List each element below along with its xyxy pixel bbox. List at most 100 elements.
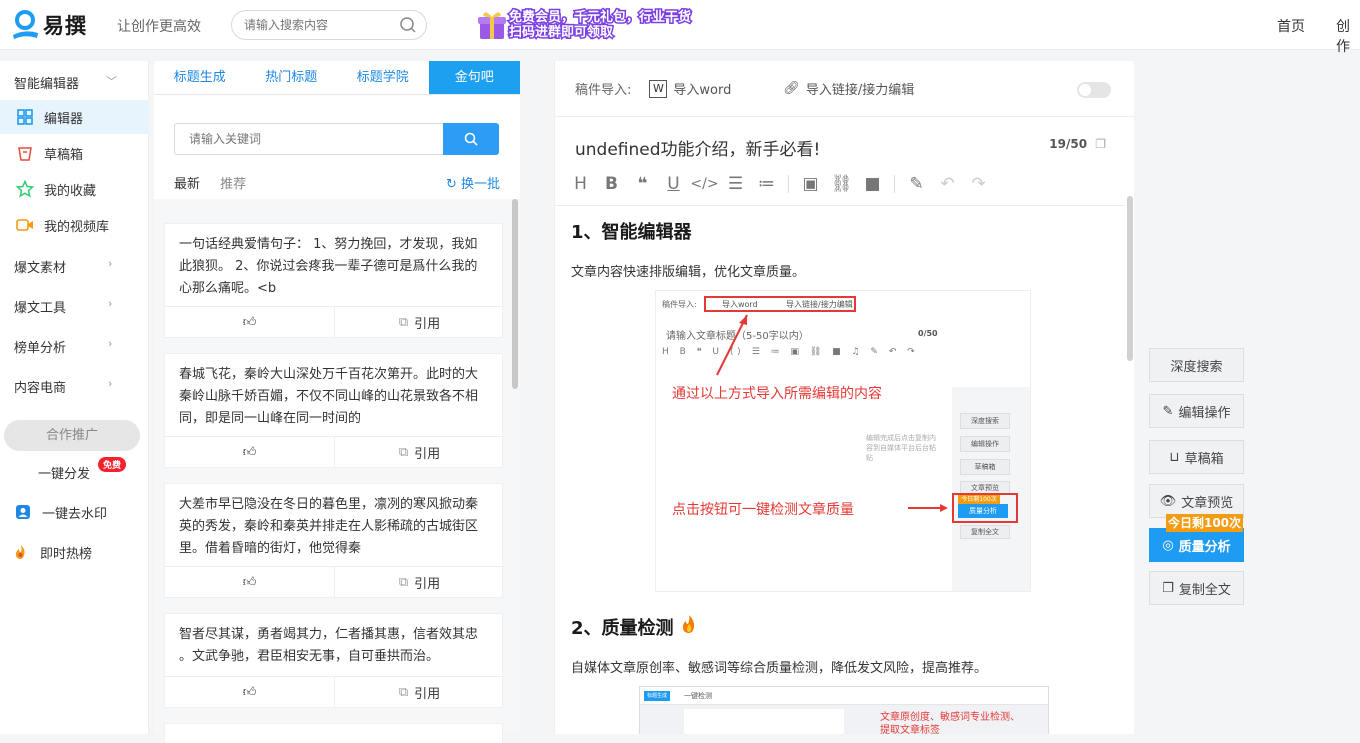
tab-title-generate[interactable]: 标题生成	[154, 61, 246, 94]
sidebar-group-tools[interactable]: 爆文工具 ›	[14, 297, 112, 316]
sidebar-group-editor[interactable]: 智能编辑器 ﹀	[14, 73, 117, 92]
top-search[interactable]	[231, 10, 427, 40]
thumbs-up-icon: 👍︎	[242, 444, 257, 460]
subtab-latest[interactable]: 最新	[174, 177, 201, 198]
keyword-search[interactable]	[174, 123, 443, 155]
code-icon[interactable]: </>	[689, 176, 720, 192]
sidebar-item-editor[interactable]: 编辑器	[0, 100, 149, 134]
shot-side-search: 深度搜索	[960, 413, 1010, 429]
sidebar-item-label: 编辑器	[44, 111, 84, 127]
quotes-tabs: 标题生成 热门标题 标题学院 金句吧	[154, 61, 520, 95]
logo[interactable]: 易撰	[10, 8, 87, 42]
sidebar-item-favorites[interactable]: 我的收藏	[0, 172, 149, 206]
editor-scrollbar[interactable]	[1127, 196, 1133, 361]
copy-icon[interactable]: ❐	[1095, 137, 1106, 151]
redo-icon[interactable]: ↷	[963, 174, 994, 194]
gift-icon	[478, 12, 506, 39]
deep-search-button[interactable]: 深度搜索	[1149, 348, 1244, 382]
shot2-header: 一键检测	[684, 692, 712, 700]
editor-content[interactable]: 1、智能编辑器 文章内容快速排版编辑，优化文章质量。 稿件导入: 导入word …	[555, 205, 1125, 734]
shot-hint: 编辑完成后点击复制内容到自媒体平台后台粘贴	[866, 434, 936, 462]
preview-button[interactable]: 👁︎ 文章预览	[1149, 484, 1244, 518]
sidebar-item-watermark[interactable]: 一键去水印	[0, 495, 149, 529]
sidebar-item-videos[interactable]: 我的视频库	[0, 208, 149, 242]
image-icon[interactable]: ▣	[795, 174, 826, 194]
edit-operations-button[interactable]: ✎ 编辑操作	[1149, 394, 1244, 428]
clear-format-icon[interactable]: ✎	[901, 174, 932, 194]
refresh-button[interactable]: ↻ 换一批	[446, 173, 500, 192]
shot-today-badge: 今日剩100次	[958, 495, 1000, 504]
relay-toggle[interactable]	[1077, 82, 1111, 98]
quote-card	[164, 723, 503, 743]
like-button[interactable]: 👍︎	[165, 567, 334, 597]
shot-toolbar: H B ❝ U ⟨⟩ ☰ ≔ ▣ ⛓ ■ ♫ ✎ ↶ ↷	[662, 347, 919, 357]
cite-button[interactable]: ⧉ 引用	[334, 567, 504, 597]
cite-button[interactable]: ⧉ 引用	[334, 677, 504, 707]
ordered-list-icon[interactable]: ☰	[720, 174, 751, 194]
shot-arrow-1	[716, 314, 748, 376]
quote-icon[interactable]: ❝	[627, 174, 658, 194]
tab-golden-quotes[interactable]: 金句吧	[428, 61, 520, 94]
today-remaining-badge: 今日剩100次	[1166, 514, 1243, 532]
subtab-recommended[interactable]: 推荐	[220, 177, 246, 192]
sidebar: 智能编辑器 ﹀ 编辑器 草稿箱 我的收藏 我的视频库 爆文素材 › 爆文工具 ›…	[0, 61, 149, 734]
import-label: 稿件导入:	[575, 83, 632, 98]
quote-text: 大差市早已隐没在冬日的暮色里，凛冽的寒风掀动秦英的秀发，秦岭和秦英并排走在人影稀…	[179, 497, 479, 556]
sidebar-item-hotlist[interactable]: 即时热榜	[0, 535, 149, 569]
banner-line1: 免费会员，千元礼包，行业干货	[507, 9, 692, 27]
like-button[interactable]: 👍︎	[165, 437, 334, 467]
nav-create[interactable]: 创作	[1336, 16, 1360, 56]
tab-hot-titles[interactable]: 热门标题	[246, 61, 338, 94]
copy-all-button[interactable]: ❐ 复制全文	[1149, 571, 1244, 605]
sidebar-group-materials[interactable]: 爆文素材 ›	[14, 257, 112, 276]
undo-icon[interactable]: ↶	[932, 174, 963, 194]
quote-text: 春城飞花，秦岭大山深处万千百花次第开。此时的大秦岭山脉千娇百媚，不仅不同山峰的山…	[179, 367, 479, 426]
keyword-input[interactable]	[189, 124, 429, 154]
bold-icon[interactable]: B	[596, 174, 627, 194]
shot-arrow-2	[908, 504, 948, 512]
import-link-button[interactable]: 🔗︎ 导入链接/接力编辑	[783, 79, 914, 98]
flame-icon	[12, 543, 30, 561]
quality-analysis-button[interactable]: ◎ 质量分析	[1149, 528, 1244, 562]
quotes-scrollbar[interactable]	[512, 199, 518, 389]
underline-icon[interactable]: U	[658, 174, 689, 194]
sidebar-group-rankings[interactable]: 榜单分析 ›	[14, 337, 112, 356]
sidebar-item-label: 我的视频库	[44, 219, 110, 235]
title-count: 19/50 ❐	[1049, 137, 1106, 151]
like-button[interactable]: 👍︎	[165, 677, 334, 707]
link-icon[interactable]: ⛓	[826, 174, 857, 194]
tab-title-academy[interactable]: 标题学院	[337, 61, 429, 94]
video-icon[interactable]: ■	[857, 174, 888, 194]
drafts-label: 草稿箱	[1184, 451, 1224, 467]
bullet-list-icon[interactable]: ≔	[751, 174, 782, 194]
editor-toolbar: H B ❝ U </> ☰ ≔ ▣ ⛓ ■ ✎ ↶ ↷	[565, 173, 994, 195]
free-badge: 免费	[98, 457, 127, 472]
video-icon	[16, 216, 34, 234]
quote-card: 大差市早已隐没在冬日的暮色里，凛冽的寒风掀动秦英的秀发，秦岭和秦英并排走在人影稀…	[164, 483, 504, 598]
shot2-tab: 标题生成	[644, 691, 670, 701]
edit-operations-label: 编辑操作	[1178, 405, 1231, 421]
nav-home[interactable]: 首页	[1277, 16, 1305, 36]
import-word-label: 导入word	[673, 83, 732, 98]
import-word-button[interactable]: W 导入word	[649, 79, 731, 98]
cite-button[interactable]: ⧉ 引用	[334, 307, 504, 337]
quote-card: 春城飞花，秦岭大山深处万千百花次第开。此时的大秦岭山脉千娇百媚，不仅不同山峰的山…	[164, 353, 504, 468]
top-bar: 易撰 让创作更高效 免费会员，千元礼包，行业干货 扫码进群即可领取 首页 创作	[0, 0, 1360, 55]
sidebar-item-drafts[interactable]: 草稿箱	[0, 136, 149, 170]
cite-button[interactable]: ⧉ 引用	[334, 437, 504, 467]
drafts-button[interactable]: ⊔ 草稿箱	[1149, 440, 1244, 474]
article-title[interactable]: undefined功能介绍，新手必看!	[575, 135, 820, 160]
sidebar-group-ecommerce[interactable]: 内容电商 ›	[14, 377, 112, 396]
content-heading-2: 2、质量检测	[571, 614, 698, 640]
watermark-icon	[14, 503, 32, 521]
keyword-search-button[interactable]	[443, 123, 499, 155]
logo-mark-icon	[10, 9, 40, 41]
like-button[interactable]: 👍︎	[165, 307, 334, 337]
top-search-input[interactable]	[244, 11, 394, 39]
toolbar-divider	[894, 175, 895, 193]
search-icon[interactable]	[399, 16, 417, 38]
link-icon: 🔗︎	[783, 81, 800, 96]
shot-side-quality: 质量分析	[958, 504, 1008, 518]
heading-icon[interactable]: H	[565, 174, 596, 194]
promo-banner[interactable]: 免费会员，千元礼包，行业干货 扫码进群即可领取	[477, 8, 707, 42]
